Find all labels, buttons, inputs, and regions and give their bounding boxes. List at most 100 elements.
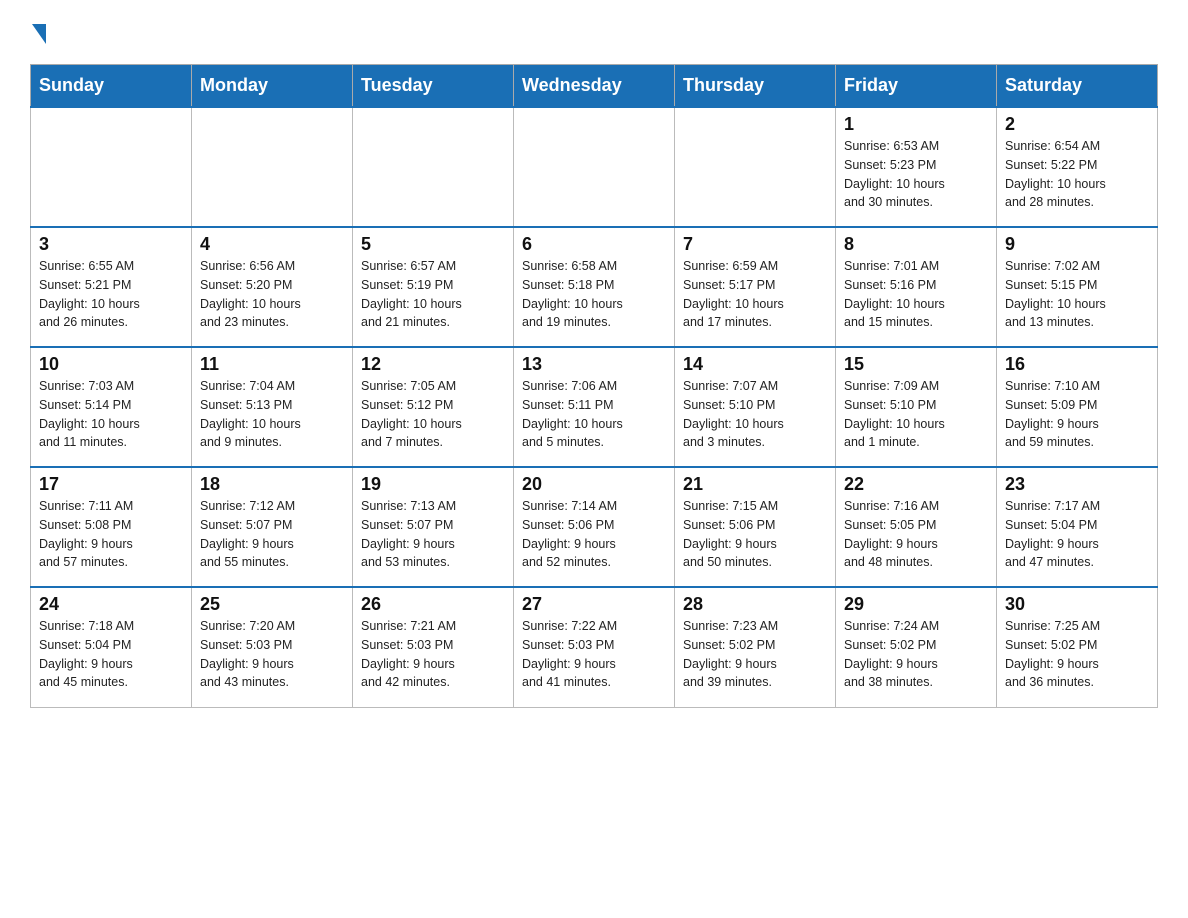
calendar-cell (675, 107, 836, 227)
calendar-cell: 9Sunrise: 7:02 AMSunset: 5:15 PMDaylight… (997, 227, 1158, 347)
calendar-cell: 27Sunrise: 7:22 AMSunset: 5:03 PMDayligh… (514, 587, 675, 707)
day-number: 29 (844, 594, 988, 615)
calendar-cell: 11Sunrise: 7:04 AMSunset: 5:13 PMDayligh… (192, 347, 353, 467)
day-info: Sunrise: 6:59 AMSunset: 5:17 PMDaylight:… (683, 257, 827, 332)
day-number: 12 (361, 354, 505, 375)
day-info: Sunrise: 7:01 AMSunset: 5:16 PMDaylight:… (844, 257, 988, 332)
calendar-cell (353, 107, 514, 227)
calendar-week-row: 3Sunrise: 6:55 AMSunset: 5:21 PMDaylight… (31, 227, 1158, 347)
day-number: 11 (200, 354, 344, 375)
day-info: Sunrise: 6:58 AMSunset: 5:18 PMDaylight:… (522, 257, 666, 332)
day-info: Sunrise: 7:17 AMSunset: 5:04 PMDaylight:… (1005, 497, 1149, 572)
calendar-cell: 25Sunrise: 7:20 AMSunset: 5:03 PMDayligh… (192, 587, 353, 707)
day-number: 16 (1005, 354, 1149, 375)
day-number: 13 (522, 354, 666, 375)
calendar-cell: 21Sunrise: 7:15 AMSunset: 5:06 PMDayligh… (675, 467, 836, 587)
day-info: Sunrise: 7:03 AMSunset: 5:14 PMDaylight:… (39, 377, 183, 452)
calendar-cell: 24Sunrise: 7:18 AMSunset: 5:04 PMDayligh… (31, 587, 192, 707)
logo (30, 20, 46, 44)
day-number: 25 (200, 594, 344, 615)
weekday-header-saturday: Saturday (997, 65, 1158, 108)
weekday-header-tuesday: Tuesday (353, 65, 514, 108)
day-info: Sunrise: 7:18 AMSunset: 5:04 PMDaylight:… (39, 617, 183, 692)
day-info: Sunrise: 7:10 AMSunset: 5:09 PMDaylight:… (1005, 377, 1149, 452)
day-info: Sunrise: 7:24 AMSunset: 5:02 PMDaylight:… (844, 617, 988, 692)
weekday-header-friday: Friday (836, 65, 997, 108)
day-info: Sunrise: 7:23 AMSunset: 5:02 PMDaylight:… (683, 617, 827, 692)
calendar-cell: 29Sunrise: 7:24 AMSunset: 5:02 PMDayligh… (836, 587, 997, 707)
calendar-cell: 16Sunrise: 7:10 AMSunset: 5:09 PMDayligh… (997, 347, 1158, 467)
calendar-cell (514, 107, 675, 227)
calendar-header: SundayMondayTuesdayWednesdayThursdayFrid… (31, 65, 1158, 108)
calendar-cell: 13Sunrise: 7:06 AMSunset: 5:11 PMDayligh… (514, 347, 675, 467)
day-number: 24 (39, 594, 183, 615)
day-number: 20 (522, 474, 666, 495)
weekday-header-monday: Monday (192, 65, 353, 108)
calendar-cell: 14Sunrise: 7:07 AMSunset: 5:10 PMDayligh… (675, 347, 836, 467)
day-info: Sunrise: 7:06 AMSunset: 5:11 PMDaylight:… (522, 377, 666, 452)
calendar-cell: 30Sunrise: 7:25 AMSunset: 5:02 PMDayligh… (997, 587, 1158, 707)
day-info: Sunrise: 6:57 AMSunset: 5:19 PMDaylight:… (361, 257, 505, 332)
day-number: 21 (683, 474, 827, 495)
day-info: Sunrise: 6:53 AMSunset: 5:23 PMDaylight:… (844, 137, 988, 212)
calendar-week-row: 1Sunrise: 6:53 AMSunset: 5:23 PMDaylight… (31, 107, 1158, 227)
day-number: 27 (522, 594, 666, 615)
day-number: 26 (361, 594, 505, 615)
day-number: 17 (39, 474, 183, 495)
day-info: Sunrise: 7:21 AMSunset: 5:03 PMDaylight:… (361, 617, 505, 692)
day-number: 14 (683, 354, 827, 375)
calendar-cell: 3Sunrise: 6:55 AMSunset: 5:21 PMDaylight… (31, 227, 192, 347)
calendar-cell: 2Sunrise: 6:54 AMSunset: 5:22 PMDaylight… (997, 107, 1158, 227)
calendar-cell: 5Sunrise: 6:57 AMSunset: 5:19 PMDaylight… (353, 227, 514, 347)
day-number: 2 (1005, 114, 1149, 135)
calendar-cell: 28Sunrise: 7:23 AMSunset: 5:02 PMDayligh… (675, 587, 836, 707)
calendar-week-row: 10Sunrise: 7:03 AMSunset: 5:14 PMDayligh… (31, 347, 1158, 467)
day-info: Sunrise: 7:04 AMSunset: 5:13 PMDaylight:… (200, 377, 344, 452)
day-info: Sunrise: 7:20 AMSunset: 5:03 PMDaylight:… (200, 617, 344, 692)
day-number: 10 (39, 354, 183, 375)
day-info: Sunrise: 7:14 AMSunset: 5:06 PMDaylight:… (522, 497, 666, 572)
weekday-header-sunday: Sunday (31, 65, 192, 108)
calendar-cell (192, 107, 353, 227)
calendar-cell: 4Sunrise: 6:56 AMSunset: 5:20 PMDaylight… (192, 227, 353, 347)
calendar-cell: 19Sunrise: 7:13 AMSunset: 5:07 PMDayligh… (353, 467, 514, 587)
day-info: Sunrise: 7:16 AMSunset: 5:05 PMDaylight:… (844, 497, 988, 572)
calendar-table: SundayMondayTuesdayWednesdayThursdayFrid… (30, 64, 1158, 708)
day-info: Sunrise: 7:05 AMSunset: 5:12 PMDaylight:… (361, 377, 505, 452)
day-number: 9 (1005, 234, 1149, 255)
day-number: 6 (522, 234, 666, 255)
logo-arrow-icon (32, 24, 46, 44)
weekday-header-wednesday: Wednesday (514, 65, 675, 108)
day-number: 1 (844, 114, 988, 135)
calendar-cell (31, 107, 192, 227)
day-info: Sunrise: 6:55 AMSunset: 5:21 PMDaylight:… (39, 257, 183, 332)
calendar-cell: 17Sunrise: 7:11 AMSunset: 5:08 PMDayligh… (31, 467, 192, 587)
day-info: Sunrise: 7:09 AMSunset: 5:10 PMDaylight:… (844, 377, 988, 452)
day-info: Sunrise: 7:07 AMSunset: 5:10 PMDaylight:… (683, 377, 827, 452)
day-number: 28 (683, 594, 827, 615)
calendar-cell: 26Sunrise: 7:21 AMSunset: 5:03 PMDayligh… (353, 587, 514, 707)
calendar-cell: 20Sunrise: 7:14 AMSunset: 5:06 PMDayligh… (514, 467, 675, 587)
page-header (30, 20, 1158, 44)
weekday-header-thursday: Thursday (675, 65, 836, 108)
day-number: 22 (844, 474, 988, 495)
calendar-cell: 6Sunrise: 6:58 AMSunset: 5:18 PMDaylight… (514, 227, 675, 347)
day-number: 4 (200, 234, 344, 255)
day-number: 7 (683, 234, 827, 255)
day-number: 23 (1005, 474, 1149, 495)
day-info: Sunrise: 7:02 AMSunset: 5:15 PMDaylight:… (1005, 257, 1149, 332)
calendar-week-row: 24Sunrise: 7:18 AMSunset: 5:04 PMDayligh… (31, 587, 1158, 707)
calendar-cell: 10Sunrise: 7:03 AMSunset: 5:14 PMDayligh… (31, 347, 192, 467)
calendar-cell: 18Sunrise: 7:12 AMSunset: 5:07 PMDayligh… (192, 467, 353, 587)
calendar-cell: 7Sunrise: 6:59 AMSunset: 5:17 PMDaylight… (675, 227, 836, 347)
calendar-cell: 1Sunrise: 6:53 AMSunset: 5:23 PMDaylight… (836, 107, 997, 227)
calendar-cell: 8Sunrise: 7:01 AMSunset: 5:16 PMDaylight… (836, 227, 997, 347)
day-info: Sunrise: 6:54 AMSunset: 5:22 PMDaylight:… (1005, 137, 1149, 212)
day-info: Sunrise: 7:11 AMSunset: 5:08 PMDaylight:… (39, 497, 183, 572)
day-info: Sunrise: 7:22 AMSunset: 5:03 PMDaylight:… (522, 617, 666, 692)
calendar-cell: 12Sunrise: 7:05 AMSunset: 5:12 PMDayligh… (353, 347, 514, 467)
day-number: 18 (200, 474, 344, 495)
day-number: 8 (844, 234, 988, 255)
calendar-cell: 22Sunrise: 7:16 AMSunset: 5:05 PMDayligh… (836, 467, 997, 587)
day-number: 30 (1005, 594, 1149, 615)
